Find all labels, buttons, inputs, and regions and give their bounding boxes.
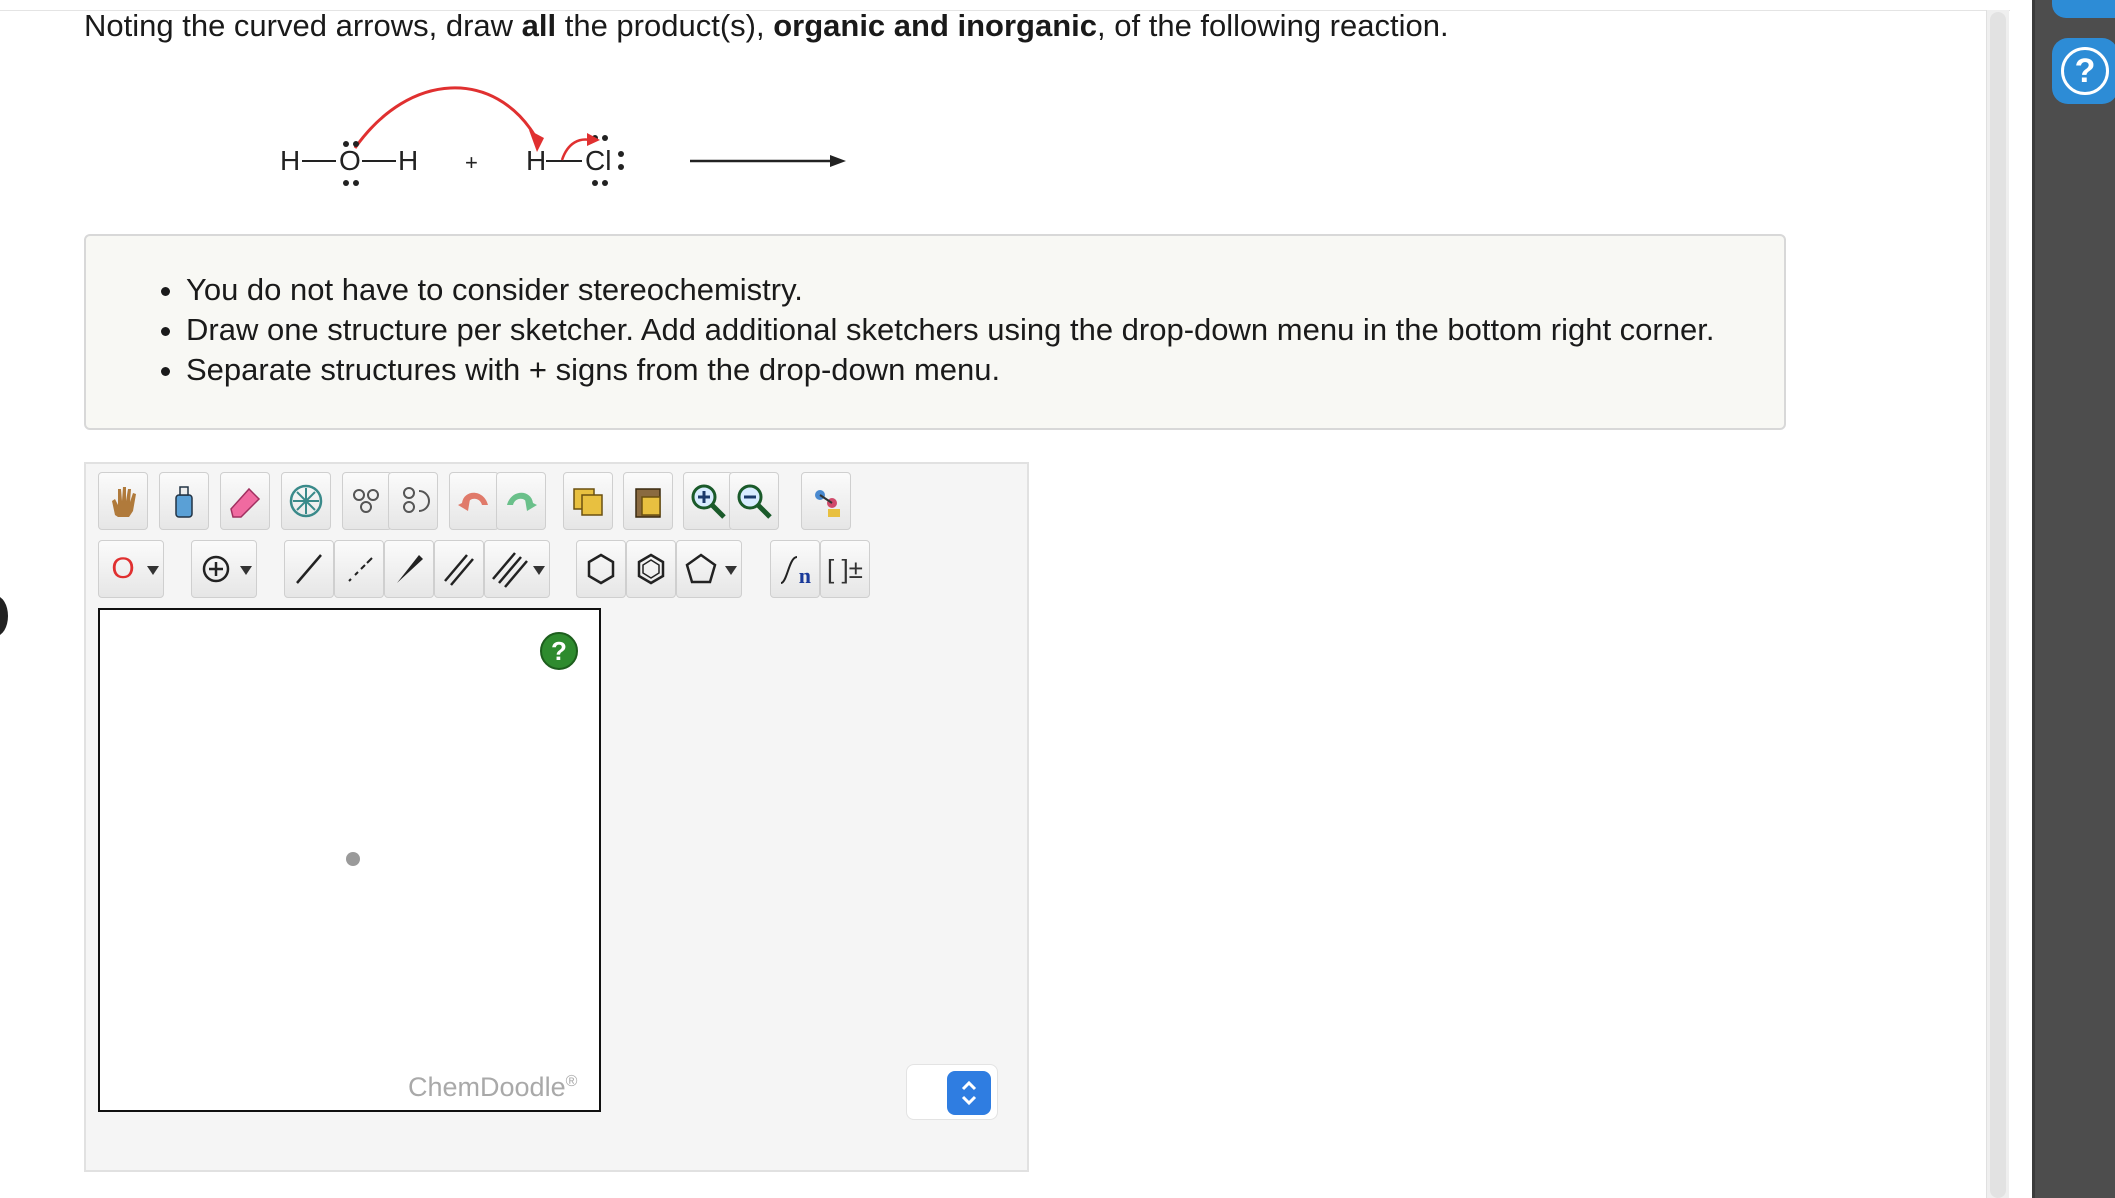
triple-bond-button[interactable] (484, 540, 550, 598)
eraser-tool-button[interactable] (220, 472, 270, 530)
lasso-tool-button[interactable] (281, 472, 331, 530)
top-right-tab[interactable] (2052, 0, 2115, 18)
chevron-down-icon (240, 566, 252, 575)
clear-tool-button[interactable] (159, 472, 209, 530)
flip-molecule-icon (353, 489, 379, 513)
spray-bottle-icon (175, 486, 193, 518)
bracket-charge-button[interactable]: [ ]± (820, 540, 870, 598)
rotate-molecule-icon (403, 487, 430, 513)
help-mark: ? (2074, 51, 2096, 90)
zoom-in-icon (691, 484, 726, 519)
copy-icon (573, 488, 603, 516)
sketcher-help-button[interactable]: ? (540, 632, 578, 670)
chevron-down-icon (533, 566, 545, 575)
instruction-item: Draw one structure per sketcher. Add add… (186, 310, 1784, 350)
add-sketcher-dropdown[interactable] (906, 1064, 998, 1120)
question-text: Noting the curved arrows, draw all the p… (84, 8, 1449, 44)
watermark-text: ChemDoodle (408, 1072, 566, 1102)
zoom-out-icon (737, 484, 772, 519)
pentagon-ring-button[interactable] (676, 540, 742, 598)
rotate-tool-button[interactable] (388, 472, 438, 530)
zoom-in-button[interactable] (683, 472, 733, 530)
reaction-svg: H O H + H Cl (280, 86, 846, 186)
pentagon-ring-icon (685, 553, 717, 584)
hashed-bond-button[interactable] (334, 540, 384, 598)
sketcher-canvas[interactable]: ? ChemDoodle® (98, 608, 601, 1112)
water-h-right: H (398, 145, 418, 176)
reaction-scheme: H O H + H Cl (250, 70, 870, 210)
single-bond-button[interactable] (284, 540, 334, 598)
zoom-out-button[interactable] (729, 472, 779, 530)
eraser-icon (230, 487, 261, 518)
undo-icon (458, 492, 488, 511)
help-label: ? (551, 635, 567, 666)
cyclohexane-button[interactable] (576, 540, 626, 598)
updown-arrows-icon (961, 1080, 977, 1106)
redo-icon (507, 492, 537, 511)
help-button[interactable]: ? (2052, 38, 2115, 104)
side-panel (2032, 0, 2115, 1198)
question-bold-all: all (521, 8, 557, 43)
charge-button[interactable] (191, 540, 257, 598)
lasso-selection-icon (289, 484, 323, 518)
question-bold-organic-inorganic: organic and inorganic (773, 8, 1098, 43)
hand-icon (112, 487, 136, 517)
clean-molecule-icon (815, 490, 840, 517)
undo-button[interactable] (449, 472, 499, 530)
atom-label-text: O (111, 552, 135, 585)
curved-arrow-water-to-h (353, 86, 537, 149)
wedge-bond-button[interactable] (384, 540, 434, 598)
clean-structure-button[interactable] (801, 472, 851, 530)
hcl-hydrogen: H (526, 145, 546, 176)
chevron-down-icon (147, 566, 159, 575)
hand-tool-button[interactable] (98, 472, 148, 530)
double-bond-icon (444, 554, 474, 586)
instruction-item: You do not have to consider stereochemis… (186, 270, 1784, 310)
benzene-button[interactable] (626, 540, 676, 598)
water-h-left: H (280, 145, 300, 176)
plus-sign: + (465, 150, 478, 175)
single-bond-icon (296, 554, 322, 584)
hashed-wedge-bond-icon (348, 557, 373, 582)
question-mark-icon: ? (2061, 47, 2109, 95)
updown-chevron-icon[interactable] (947, 1071, 991, 1115)
instruction-item: Separate structures with + signs from th… (186, 350, 1784, 390)
hcl-chlorine: Cl (585, 145, 611, 176)
instructions-list: You do not have to consider stereochemis… (86, 236, 1784, 390)
page-scrollbar[interactable] (1986, 10, 2009, 1198)
flip-tool-button[interactable] (342, 472, 392, 530)
paste-button[interactable] (623, 472, 673, 530)
benzene-ring-icon (637, 553, 665, 585)
watermark-registered: ® (565, 1073, 578, 1090)
redo-button[interactable] (496, 472, 546, 530)
repeat-unit-button[interactable]: n (770, 540, 820, 598)
instructions-box: You do not have to consider stereochemis… (84, 234, 1786, 430)
bracket-charge-label: [ ]± (827, 553, 863, 584)
question-part1: Noting the curved arrows, draw (84, 8, 522, 43)
plus-charge-icon (202, 555, 230, 583)
double-bond-button[interactable] (434, 540, 484, 598)
wedge-bond-icon (397, 555, 423, 583)
paste-icon (635, 488, 661, 518)
repeat-unit-label: n (798, 563, 811, 588)
atom-label-button[interactable]: O (98, 540, 164, 598)
question-part3: , of the following reaction. (1097, 8, 1449, 43)
scrollbar-thumb[interactable] (1990, 12, 2006, 1198)
question-part2: the product(s), (556, 8, 774, 43)
canvas-cursor-dot (346, 852, 360, 866)
hexagon-ring-icon (587, 553, 615, 585)
chevron-down-icon (725, 566, 737, 575)
sketcher-panel: O n [ ]± ? ChemDoodle® (84, 462, 1029, 1172)
water-oxygen: O (339, 145, 361, 176)
left-edge-control[interactable] (0, 596, 8, 636)
reaction-arrow-head (830, 155, 846, 167)
triple-bond-icon (492, 552, 528, 588)
chemdoodle-watermark: ChemDoodle® (408, 1072, 577, 1103)
copy-button[interactable] (563, 472, 613, 530)
